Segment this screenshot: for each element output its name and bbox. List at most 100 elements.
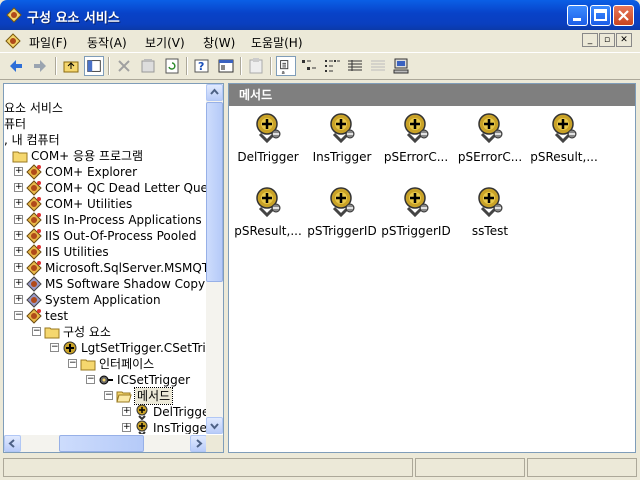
scroll-thumb[interactable] <box>206 102 223 282</box>
content-pane[interactable]: 메서드 DelTrigger InsTrigger pSErrorC... pSErr… <box>228 83 636 453</box>
method-item[interactable]: pSResult,... <box>528 112 600 182</box>
title-bar: 구성 요소 서비스 <box>0 0 640 30</box>
tree-item[interactable]: 요소 서비스 <box>4 100 207 116</box>
method-icon <box>548 112 580 144</box>
console-icon[interactable] <box>216 56 236 76</box>
up-folder-icon[interactable] <box>61 56 81 76</box>
method-item[interactable]: pSTriggerID <box>306 186 378 256</box>
collapse-icon[interactable]: − <box>14 311 23 320</box>
expand-icon[interactable]: + <box>14 295 23 304</box>
expand-icon[interactable]: + <box>14 183 23 192</box>
tree-item-label: COM+ 응용 프로그램 <box>31 149 144 163</box>
tree-item[interactable]: + System Application <box>4 292 207 308</box>
delete-icon[interactable] <box>114 56 134 76</box>
expand-icon[interactable]: + <box>14 279 23 288</box>
tree-item[interactable]: + MS Software Shadow Copy <box>4 276 207 292</box>
tree-item[interactable]: − ICSetTrigger <box>4 372 207 388</box>
method-item[interactable]: pSResult,... <box>232 186 304 256</box>
tree-item[interactable]: + InsTrigger <box>4 420 207 434</box>
tree-item[interactable]: + DelTrigger <box>4 404 207 421</box>
collapse-icon[interactable]: − <box>32 327 41 336</box>
collapse-icon[interactable]: − <box>50 343 59 352</box>
expand-icon[interactable]: + <box>122 423 131 432</box>
expand-icon[interactable]: + <box>14 167 23 176</box>
tree-horizontal-scrollbar[interactable] <box>4 435 207 452</box>
refresh-icon[interactable] <box>162 56 182 76</box>
tree-vertical-scrollbar[interactable] <box>206 84 223 434</box>
method-item[interactable]: InsTrigger <box>306 112 378 182</box>
details-icon[interactable] <box>345 56 365 76</box>
tree-item[interactable]: − LgtSetTrigger.CSetTrigger <box>4 340 207 356</box>
help-icon[interactable]: ? <box>192 56 212 76</box>
maximize-button[interactable] <box>590 5 611 26</box>
expand-icon[interactable]: + <box>122 407 131 416</box>
collapse-icon[interactable]: − <box>86 375 95 384</box>
menu-file[interactable]: 파일(F) <box>29 34 67 51</box>
component-services-icon[interactable] <box>6 7 22 23</box>
method-label: pSResult,... <box>234 224 302 238</box>
minimize-button[interactable] <box>567 5 588 26</box>
computer-icon[interactable] <box>391 56 411 76</box>
expand-icon[interactable]: + <box>14 231 23 240</box>
method-item[interactable]: ssTest <box>454 186 526 256</box>
method-icon <box>474 112 506 144</box>
expand-icon[interactable]: + <box>14 215 23 224</box>
child-minimize-button[interactable]: _ <box>582 33 598 47</box>
tree-item[interactable]: − test <box>4 308 207 324</box>
export-icon[interactable] <box>246 56 266 76</box>
console-menu-icon[interactable] <box>5 33 21 49</box>
com-application-icon <box>26 180 42 196</box>
show-tree-icon[interactable] <box>84 56 104 76</box>
tree-item[interactable]: + Microsoft.SqlServer.MSMQTask <box>4 260 207 276</box>
collapse-icon[interactable]: − <box>68 359 77 368</box>
tree-item[interactable]: + IIS In-Process Applications <box>4 212 207 228</box>
tree-item-label: COM+ Explorer <box>45 165 138 179</box>
close-button[interactable] <box>613 5 634 26</box>
tree-item[interactable]: + COM+ Utilities <box>4 196 207 212</box>
menu-action[interactable]: 동작(A) <box>87 34 127 51</box>
expand-icon[interactable]: + <box>14 247 23 256</box>
scroll-right-button[interactable] <box>190 435 207 452</box>
tree-item-label: test <box>45 309 69 323</box>
toolbar-separator <box>108 57 110 75</box>
tree-item[interactable]: − 구성 요소 <box>4 324 207 340</box>
properties-icon[interactable] <box>138 56 158 76</box>
tree-item[interactable]: + IIS Out-Of-Process Pooled <box>4 228 207 244</box>
menu-window[interactable]: 창(W) <box>203 34 235 51</box>
expand-icon[interactable]: + <box>14 263 23 272</box>
tree-item-label: Microsoft.SqlServer.MSMQTask <box>45 261 207 275</box>
scroll-up-button[interactable] <box>206 84 223 101</box>
tree-view[interactable]: 요소 서비스 퓨터 , 내 컴퓨터 COM+ 응용 프로그램 + COM+ Explore… <box>4 84 207 434</box>
collapse-icon[interactable]: − <box>104 391 113 400</box>
expand-icon[interactable]: + <box>14 199 23 208</box>
status-bar <box>0 456 640 480</box>
tree-item[interactable]: + COM+ Explorer <box>4 164 207 180</box>
list-icon[interactable] <box>322 56 342 76</box>
hscroll-thumb[interactable] <box>59 435 144 452</box>
tree-item[interactable]: , 내 컴퓨터 <box>4 132 207 148</box>
disabled-icon[interactable] <box>368 56 388 76</box>
tree-item[interactable]: + COM+ QC Dead Letter Queue <box>4 180 207 196</box>
child-restore-button[interactable]: ▫ <box>599 33 615 47</box>
scroll-left-button[interactable] <box>4 435 21 452</box>
method-item[interactable]: DelTrigger <box>232 112 304 182</box>
tree-pane[interactable]: 요소 서비스 퓨터 , 내 컴퓨터 COM+ 응용 프로그램 + COM+ Explore… <box>3 83 224 453</box>
menu-help[interactable]: 도움말(H) <box>251 34 303 51</box>
tree-item[interactable]: COM+ 응용 프로그램 <box>4 148 207 164</box>
method-label: pSErrorC... <box>457 150 523 164</box>
method-item[interactable]: pSTriggerID <box>380 186 452 256</box>
tree-item[interactable]: − 메서드 <box>4 387 207 405</box>
tree-item[interactable]: 퓨터 <box>4 116 207 132</box>
menu-view[interactable]: 보기(V) <box>145 34 185 51</box>
method-item[interactable]: pSErrorC... <box>454 112 526 182</box>
tree-item[interactable]: − 인터페이스 <box>4 356 207 372</box>
back-icon[interactable] <box>6 56 26 76</box>
scroll-down-button[interactable] <box>206 417 223 434</box>
child-close-button[interactable]: ✕ <box>616 33 632 47</box>
method-item[interactable]: pSErrorC... <box>380 112 452 182</box>
tree-item[interactable]: + IIS Utilities <box>4 244 207 260</box>
toolbar-separator <box>55 57 57 75</box>
large-icons-icon[interactable]: a <box>276 56 296 76</box>
forward-icon[interactable] <box>30 56 50 76</box>
small-icons-icon[interactable] <box>299 56 319 76</box>
